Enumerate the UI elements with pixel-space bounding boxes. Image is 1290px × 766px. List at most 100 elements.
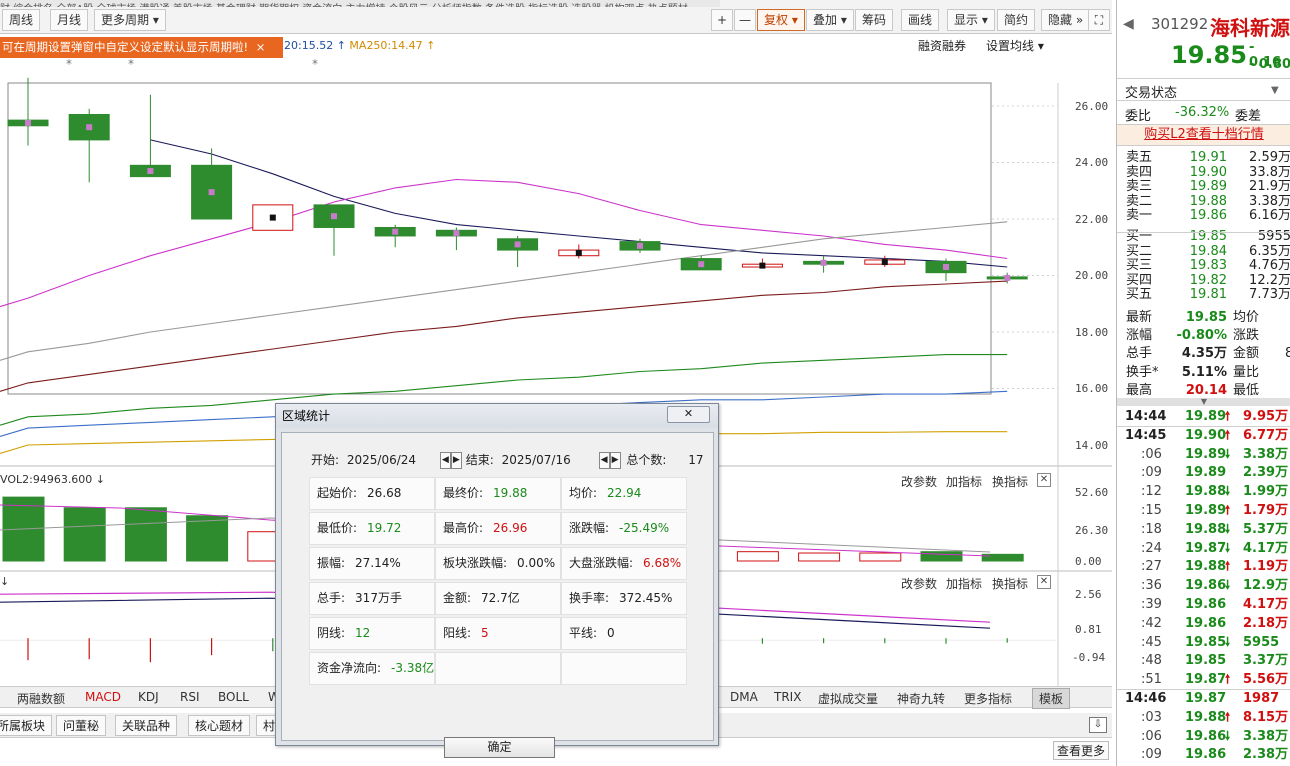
tab-boll[interactable]: BOLL <box>218 690 249 704</box>
stat-cell: 阴线: 12 <box>309 617 435 650</box>
stat-label: 阳线: <box>443 626 472 640</box>
hide-button[interactable]: 隐藏 » <box>1041 9 1091 31</box>
event-marker-icon[interactable]: * <box>312 58 318 71</box>
ma-line-ma60 <box>0 280 1008 392</box>
tab-related[interactable]: 关联品种 <box>115 715 178 736</box>
period-month-button[interactable]: 月线 <box>50 9 89 31</box>
see-more-link[interactable]: 查看更多 <box>1053 741 1110 760</box>
bid-level: 买三 <box>1126 258 1153 274</box>
close-icon[interactable]: ✕ <box>1037 575 1051 589</box>
candle-avg-dot <box>759 262 766 269</box>
macd-change-indicator[interactable]: 换指标 <box>992 575 1028 592</box>
stat-value: 5 <box>481 626 489 640</box>
bid-row[interactable]: 买二 19.84 6.35万 <box>1117 244 1290 259</box>
ask-row[interactable]: 卖四 19.90 33.8万 <box>1117 165 1290 180</box>
tab-sector[interactable]: 所属板块 <box>0 715 53 736</box>
end-prev-button[interactable]: ◀ <box>598 452 610 469</box>
candle-avg-dot <box>453 230 460 237</box>
ask-price: 19.86 <box>1189 208 1227 224</box>
tab-magic-nine[interactable]: 神奇九转 <box>897 690 945 707</box>
tab-dma[interactable]: DMA <box>730 690 758 704</box>
date-range-row: 开始: 2025/06/24 ◀ ▶ 结束: 2025/07/16 ◀ ▶ 总个数:… <box>311 451 704 469</box>
tick-row: :09 19.89 2.39万 <box>1117 465 1290 482</box>
stat-value: 12 <box>355 626 371 640</box>
adjust-price-button[interactable]: 复权 ▾ <box>757 9 805 31</box>
stat-label: 阴线: <box>317 626 346 640</box>
vol-change-indicator[interactable]: 换指标 <box>992 473 1028 490</box>
vol-edit-params[interactable]: 改参数 <box>901 473 937 490</box>
tick-volume: 5.37万 <box>1243 521 1289 537</box>
tick-time: :03 <box>1141 709 1162 725</box>
tick-volume: 2.38万 <box>1243 747 1289 763</box>
stat-value: 0.00% <box>517 556 556 570</box>
tab-margin[interactable]: 两融数额 <box>17 690 65 707</box>
event-marker-icon[interactable]: * <box>66 58 72 71</box>
zoom-in-button[interactable]: + <box>711 9 733 31</box>
set-ma-label: 设置均线 <box>986 39 1035 53</box>
chips-button[interactable]: 筹码 <box>855 9 894 31</box>
tick-time: :36 <box>1141 578 1162 594</box>
event-marker-icon[interactable]: * <box>128 58 134 71</box>
volume-bar <box>798 552 841 562</box>
expand-icon[interactable]: ⛶ <box>1088 9 1110 31</box>
tab-rsi[interactable]: RSI <box>180 690 200 704</box>
display-button[interactable]: 显示 ▾ <box>947 9 995 31</box>
start-next-button[interactable]: ▶ <box>450 452 462 469</box>
download-icon[interactable]: ⇩ <box>1089 717 1107 733</box>
tab-ask-secretary[interactable]: 问董秘 <box>56 715 107 736</box>
stat-cell: 最高价: 26.96 <box>435 512 561 545</box>
ask-row[interactable]: 卖五 19.91 2.59万 <box>1117 150 1290 165</box>
buy-l2-link[interactable]: 购买L2查看十档行情 <box>1117 124 1290 146</box>
tab-trix[interactable]: TRIX <box>774 690 801 704</box>
macd-add-indicator[interactable]: 加指标 <box>946 575 982 592</box>
period-week-button[interactable]: 周线 <box>2 9 41 31</box>
tab-template[interactable]: 模板 <box>1032 688 1071 709</box>
chevron-down-icon[interactable]: ▼ <box>1271 85 1279 96</box>
macd-edit-params[interactable]: 改参数 <box>901 575 937 592</box>
ask-price: 19.91 <box>1189 150 1227 165</box>
tab-macd[interactable]: MACD <box>85 690 121 704</box>
ask-row[interactable]: 卖二 19.88 3.38万 <box>1117 194 1290 209</box>
candle-avg-dot <box>698 261 705 268</box>
collapse-handle[interactable]: ▼ <box>1117 398 1290 406</box>
tick-time: :09 <box>1141 747 1162 763</box>
vol-add-indicator[interactable]: 加指标 <box>946 473 982 490</box>
margin-trading-link[interactable]: 融资融券 <box>918 37 966 55</box>
end-next-button[interactable]: ▶ <box>609 452 621 469</box>
stock-code: 301292 <box>1151 15 1209 33</box>
tab-core-theme[interactable]: 核心题材 <box>188 715 251 736</box>
ask-row[interactable]: 卖一 19.86 6.16万 <box>1117 208 1290 223</box>
tab-virtual-volume[interactable]: 虚拟成交量 <box>818 690 878 707</box>
back-arrow-icon[interactable]: ◀ <box>1123 16 1134 32</box>
close-icon[interactable]: ✕ <box>667 406 710 423</box>
top-menu-strip[interactable]: 财 综合排名 全部A股 全球市场 港股通 美股市场 基金理财 期货期权 资金流向… <box>0 0 720 7</box>
bid-row[interactable]: 买四 19.82 12.2万 <box>1117 273 1290 288</box>
ask-row[interactable]: 卖三 19.89 21.9万 <box>1117 179 1290 194</box>
bid-row[interactable]: 买五 19.81 7.73万 <box>1117 287 1290 302</box>
simple-mode-button[interactable]: 简约 <box>997 9 1036 31</box>
more-period-button[interactable]: 更多周期 ▾ <box>94 9 166 31</box>
overlay-button[interactable]: 叠加 ▾ <box>806 9 854 31</box>
bid-volume: 7.73万 <box>1249 287 1290 303</box>
set-ma-link[interactable]: 设置均线 ▾ <box>986 37 1044 55</box>
draw-line-button[interactable]: 画线 <box>901 9 940 31</box>
stat-cell: 涨跌幅: -25.49% <box>561 512 687 545</box>
tick-price: 19.86 <box>1185 597 1227 612</box>
tab-kdj[interactable]: KDJ <box>138 690 159 704</box>
stat-label: 涨跌 <box>1233 328 1260 344</box>
volume-bar <box>186 515 229 562</box>
bid-row[interactable]: 买三 19.83 4.76万 <box>1117 258 1290 273</box>
tick-time: :39 <box>1141 597 1162 612</box>
start-prev-button[interactable]: ◀ <box>439 452 451 469</box>
close-icon[interactable]: × <box>256 40 266 54</box>
ok-button[interactable]: 确定 <box>444 737 555 758</box>
stat-value: 72.7亿 <box>481 591 520 605</box>
stat-label: 最高 <box>1126 382 1153 398</box>
bid-price: 19.82 <box>1189 272 1227 288</box>
stat-cell: 板块涨跌幅: 0.00% <box>435 547 561 580</box>
stat-label: 最新 <box>1126 310 1153 325</box>
tab-more-indicators[interactable]: 更多指标 <box>964 690 1012 707</box>
close-icon[interactable]: ✕ <box>1037 473 1051 487</box>
count-value: 17 <box>688 453 704 467</box>
zoom-out-button[interactable]: — <box>734 9 756 31</box>
